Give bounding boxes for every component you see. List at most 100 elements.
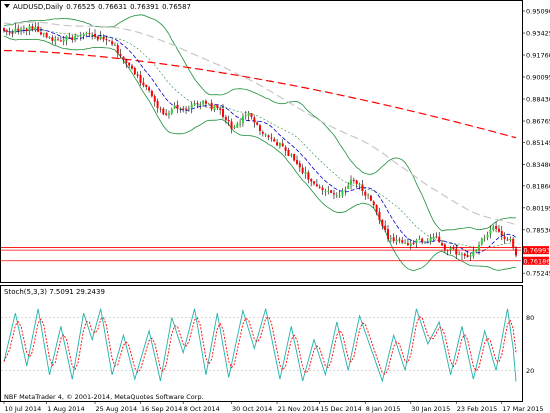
candle-body-29 bbox=[85, 32, 88, 35]
price-tick-label-6: 0.85145 bbox=[526, 139, 550, 147]
candle-body-115 bbox=[330, 190, 333, 193]
candle-body-22 bbox=[65, 36, 68, 41]
candle-body-150 bbox=[429, 237, 432, 242]
candle-body-0 bbox=[3, 28, 5, 31]
candle-body-33 bbox=[96, 36, 99, 40]
candle-body-53 bbox=[153, 96, 156, 102]
candle-body-21 bbox=[62, 39, 65, 42]
candle-body-174 bbox=[497, 228, 500, 232]
candle-body-132 bbox=[378, 211, 381, 221]
candle-body-2 bbox=[8, 32, 11, 34]
candle-body-13 bbox=[39, 32, 42, 35]
candle-body-146 bbox=[418, 239, 421, 240]
candle-body-92 bbox=[264, 134, 267, 136]
chart-svg[interactable]: 0.95090 0.93425 0.91760 0.90095 0.88430 0.867… bbox=[0, 0, 550, 413]
candle-body-139 bbox=[398, 239, 401, 241]
candle-body-24 bbox=[71, 37, 74, 41]
candle-body-67 bbox=[193, 103, 196, 106]
candle-body-145 bbox=[415, 239, 418, 244]
candle-body-180 bbox=[515, 248, 517, 256]
candle-body-137 bbox=[392, 237, 395, 242]
candle-body-120 bbox=[344, 189, 347, 191]
candle-body-171 bbox=[489, 229, 492, 235]
price-tick-label-7: 0.83480 bbox=[526, 161, 550, 169]
candle-body-143 bbox=[409, 243, 412, 246]
candle-body-152 bbox=[435, 236, 438, 238]
candle-body-9 bbox=[28, 26, 31, 31]
candle-body-83 bbox=[239, 123, 242, 125]
candle-body-64 bbox=[185, 108, 188, 110]
candle-body-18 bbox=[54, 39, 57, 42]
candle-body-75 bbox=[216, 104, 219, 108]
candle-body-129 bbox=[369, 195, 372, 201]
candle-body-161 bbox=[460, 254, 463, 256]
candle-body-17 bbox=[51, 37, 54, 41]
candle-body-30 bbox=[88, 33, 91, 35]
candle-body-93 bbox=[267, 135, 270, 138]
price-tick-label-4: 0.88430 bbox=[526, 96, 550, 104]
time-tick-label-10: 23 Feb 2015 bbox=[457, 405, 497, 413]
price-tick-label-8: 0.81860 bbox=[526, 182, 550, 190]
candle-body-46 bbox=[133, 67, 136, 75]
candle-body-135 bbox=[387, 229, 389, 239]
price-tick-label-9: 0.80195 bbox=[526, 204, 550, 212]
candle-body-166 bbox=[475, 250, 478, 252]
candle-body-80 bbox=[230, 121, 233, 130]
candle-body-77 bbox=[222, 109, 225, 117]
candle-body-159 bbox=[455, 248, 458, 255]
candle-body-51 bbox=[148, 87, 151, 91]
candle-body-23 bbox=[68, 37, 71, 38]
candle-body-118 bbox=[338, 195, 341, 197]
candle-body-98 bbox=[281, 143, 284, 147]
candle-body-78 bbox=[224, 117, 227, 121]
candle-body-169 bbox=[483, 237, 486, 239]
candle-body-102 bbox=[293, 153, 296, 161]
candle-body-58 bbox=[167, 113, 170, 116]
time-tick-label-0: 10 Jul 2014 bbox=[5, 405, 42, 413]
candle-body-90 bbox=[259, 125, 261, 131]
candle-body-142 bbox=[406, 243, 409, 246]
candle-body-81 bbox=[233, 127, 236, 129]
candle-body-123 bbox=[352, 180, 355, 182]
candle-body-110 bbox=[315, 184, 318, 187]
candle-body-34 bbox=[99, 36, 102, 40]
candle-body-35 bbox=[102, 36, 105, 40]
price-label-text-0: 0.76993 bbox=[524, 247, 550, 255]
candle-body-70 bbox=[202, 101, 205, 104]
candle-body-69 bbox=[199, 104, 202, 105]
candle-body-89 bbox=[256, 122, 259, 125]
candle-body-6 bbox=[20, 28, 23, 31]
candle-body-10 bbox=[31, 26, 34, 30]
time-tick-label-5: 30 Oct 2014 bbox=[232, 405, 272, 413]
candle-body-73 bbox=[210, 102, 213, 110]
candle-body-176 bbox=[503, 236, 506, 240]
candle-body-76 bbox=[219, 108, 222, 110]
candle-body-28 bbox=[82, 34, 85, 36]
price-tick-label-1: 0.93425 bbox=[526, 30, 550, 38]
candle-body-37 bbox=[108, 40, 111, 42]
candle-body-94 bbox=[270, 137, 273, 139]
candle-body-32 bbox=[94, 33, 97, 37]
candle-body-86 bbox=[247, 113, 250, 116]
candle-body-125 bbox=[358, 184, 361, 186]
stoch-tick-label-1: 20 bbox=[526, 367, 534, 375]
candle-body-136 bbox=[389, 238, 392, 240]
candle-body-105 bbox=[301, 167, 304, 173]
candle-body-26 bbox=[76, 35, 79, 37]
time-tick-label-3: 16 Sep 2014 bbox=[141, 405, 182, 413]
candle-body-156 bbox=[446, 250, 449, 251]
candle-body-8 bbox=[25, 28, 28, 32]
candle-body-144 bbox=[412, 242, 415, 244]
candle-body-140 bbox=[401, 240, 404, 243]
time-tick-label-11: 17 Mar 2015 bbox=[502, 405, 543, 413]
candle-body-117 bbox=[335, 195, 338, 196]
candle-body-165 bbox=[472, 251, 475, 257]
candle-body-74 bbox=[213, 105, 216, 111]
candle-body-14 bbox=[42, 33, 45, 35]
candle-body-111 bbox=[318, 187, 321, 188]
candle-body-20 bbox=[59, 40, 62, 42]
candle-body-1 bbox=[5, 30, 8, 32]
candle-body-25 bbox=[74, 35, 77, 40]
price-tick-label-11: 0.75245 bbox=[526, 270, 550, 278]
candle-body-84 bbox=[241, 116, 244, 123]
